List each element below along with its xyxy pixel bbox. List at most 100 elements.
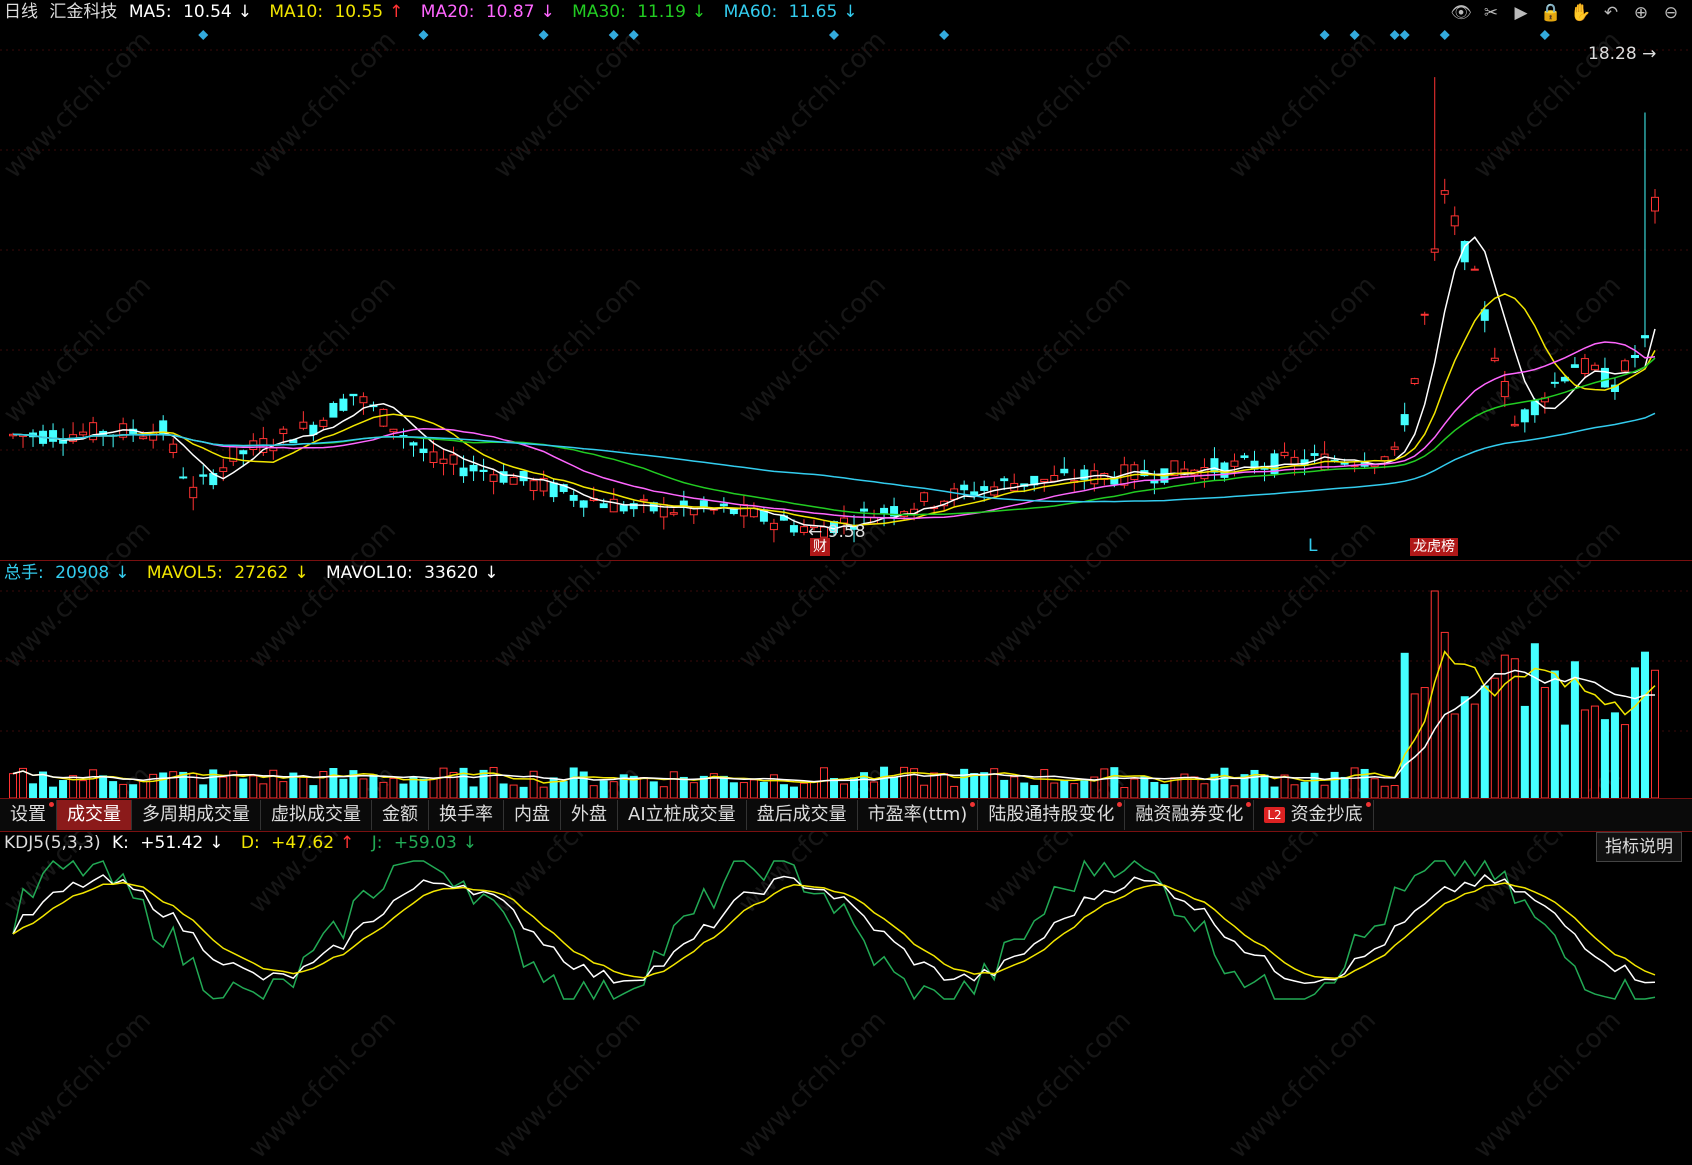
volume-bar <box>1520 705 1529 798</box>
period-label[interactable]: 日线 <box>4 2 38 22</box>
candle-body <box>1630 354 1639 358</box>
volume-bar <box>1540 686 1549 798</box>
volume-bar <box>900 766 909 798</box>
mavol5-line <box>12 650 1656 784</box>
volume-bar <box>1610 712 1619 798</box>
candle-body <box>1640 335 1649 339</box>
tab-7[interactable]: 外盘 <box>561 800 618 830</box>
scissors-icon[interactable]: ✂ <box>1480 2 1502 24</box>
longhu-marker[interactable]: 龙虎榜 <box>1410 538 1458 556</box>
zoom-in-icon[interactable]: ⊕ <box>1630 2 1652 24</box>
event-diamond-icon <box>1399 30 1410 40</box>
event-diamond-icon <box>1319 30 1330 40</box>
volume-bar <box>379 781 388 798</box>
volume-bar <box>589 785 598 798</box>
tab-5[interactable]: 换手率 <box>429 800 504 830</box>
volume-panel[interactable]: 总手: 20908 ↓ MAVOL5: 27262 ↓ MAVOL10: 33620… <box>0 561 1692 798</box>
kdj-header: KDJ5(5,3,3) K: +51.42 ↓ D: +47.62 ↑ J: +59… <box>4 831 489 855</box>
event-diamond-icon <box>538 30 549 40</box>
volume-bar <box>279 781 288 798</box>
tab-label: 市盈率(ttm) <box>867 804 968 825</box>
l-marker[interactable]: L <box>1308 536 1317 556</box>
kdj-chart[interactable] <box>0 831 1692 1003</box>
kdj-panel[interactable]: KDJ5(5,3,3) K: +51.42 ↓ D: +47.62 ↑ J: +59… <box>0 831 1692 1003</box>
lock-icon[interactable]: 🔒 <box>1540 2 1562 24</box>
undo-icon[interactable]: ↶ <box>1600 2 1622 24</box>
candle-body <box>1420 313 1429 316</box>
volume-bar <box>1010 776 1019 798</box>
volume-bar <box>1290 784 1299 798</box>
volume-bar <box>1480 685 1489 798</box>
candle-body <box>920 492 929 502</box>
volume-bar <box>299 776 308 798</box>
candle-body <box>569 494 578 501</box>
volume-bar <box>419 778 428 798</box>
tab-label: 虚拟成交量 <box>271 804 361 825</box>
volume-bar <box>109 781 118 798</box>
tab-3[interactable]: 虚拟成交量 <box>261 800 372 830</box>
tab-label: 融资融券变化 <box>1135 804 1244 825</box>
tab-9[interactable]: 盘后成交量 <box>747 800 858 830</box>
price-panel[interactable]: 日线 汇金科技 MA5: 10.54 ↓ MA10: 10.55 ↑ MA20: 1… <box>0 0 1692 560</box>
volume-bar <box>890 777 899 798</box>
candle-body <box>279 428 288 435</box>
volume-bar <box>789 786 798 798</box>
volume-bar <box>960 768 969 798</box>
candle-body <box>1050 475 1059 482</box>
hand-icon[interactable]: ✋ <box>1570 2 1592 24</box>
volume-bar <box>439 767 448 798</box>
candle-body <box>1430 248 1439 253</box>
volume-bar <box>840 783 849 798</box>
candle-body <box>860 508 869 512</box>
volume-bar <box>389 777 398 798</box>
volume-bar <box>739 782 748 798</box>
candle-body <box>799 526 808 533</box>
tab-10[interactable]: 市盈率(ttm) <box>858 800 979 830</box>
tab-0[interactable]: 设置 <box>0 800 57 830</box>
indicator-help-button[interactable]: 指标说明 <box>1596 832 1682 862</box>
tab-4[interactable]: 金额 <box>372 800 429 830</box>
volume-bar <box>679 776 688 798</box>
tab-13[interactable]: L2 资金抄底 <box>1254 800 1374 830</box>
chart-toolbar: 👁 ✂ ▶ 🔒 ✋ ↶ ⊕ ⊖ <box>1450 2 1682 24</box>
tab-1[interactable]: 成交量 <box>57 800 132 830</box>
candle-body <box>89 422 98 441</box>
event-diamond-icon <box>939 30 950 40</box>
candle-body <box>439 458 448 464</box>
volume-bar <box>980 772 989 798</box>
candle-body <box>519 470 528 482</box>
play-icon[interactable]: ▶ <box>1510 2 1532 24</box>
mavol10-readout: MAVOL10: 33620 ↓ <box>325 563 499 583</box>
ma60-readout: MA60: 11.65 ↓ <box>723 2 858 22</box>
tab-8[interactable]: AI立桩成交量 <box>618 800 747 830</box>
candle-body <box>309 424 318 435</box>
tab-12[interactable]: 融资融券变化 <box>1125 800 1255 830</box>
volume-bar <box>1200 783 1209 798</box>
volume-bar <box>799 782 808 798</box>
volume-bar <box>1220 767 1229 798</box>
notification-dot <box>49 802 54 807</box>
candle-body <box>719 503 728 507</box>
volume-bar <box>870 781 879 798</box>
tab-label: 换手率 <box>439 804 493 825</box>
volume-bar <box>49 786 58 798</box>
earnings-marker[interactable]: 财 <box>810 538 830 556</box>
volume-chart[interactable] <box>0 561 1692 798</box>
volume-bar <box>219 776 228 798</box>
candle-body <box>769 522 778 531</box>
watermark: www.cfchi.com <box>732 1005 892 1165</box>
volume-bar <box>79 780 88 798</box>
candle-body <box>1000 478 1009 482</box>
eye-icon[interactable]: 👁 <box>1450 2 1472 24</box>
ma5-line <box>12 236 1656 530</box>
tab-11[interactable]: 陆股通持股变化 <box>978 800 1126 830</box>
volume-bar <box>399 783 408 798</box>
candlestick-chart[interactable] <box>0 0 1692 560</box>
tab-6[interactable]: 内盘 <box>504 800 561 830</box>
tab-2[interactable]: 多周期成交量 <box>132 800 261 830</box>
zoom-out-icon[interactable]: ⊖ <box>1660 2 1682 24</box>
ma30-readout: MA30: 11.19 ↓ <box>572 2 707 22</box>
candle-body <box>389 428 398 433</box>
volume-bar <box>329 768 338 798</box>
volume-bar <box>169 771 178 798</box>
